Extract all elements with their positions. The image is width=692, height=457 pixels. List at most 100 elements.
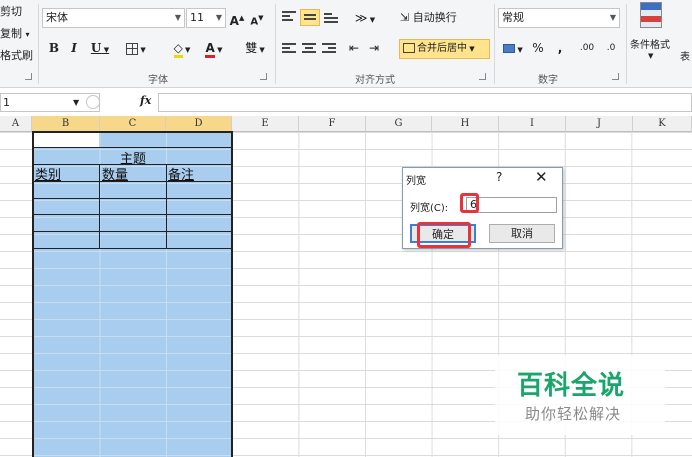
- merge-icon: [403, 43, 415, 53]
- formula-input[interactable]: [158, 93, 692, 112]
- pinyin-button[interactable]: 雙 ▼: [241, 38, 269, 58]
- number-group-label: 数字: [538, 75, 558, 86]
- close-icon[interactable]: ✕: [535, 168, 548, 186]
- name-box[interactable]: 1 ▼: [0, 93, 100, 112]
- selection-border: [32, 131, 233, 457]
- chevron-down-icon: ▼: [174, 13, 181, 22]
- chevron-down-icon: ▼: [609, 13, 616, 22]
- font-group-label: 字体: [148, 75, 168, 86]
- annotation-highlight-ok: [417, 222, 471, 248]
- decrease-decimal-button[interactable]: .0: [600, 38, 622, 58]
- italic-button[interactable]: I: [66, 38, 82, 58]
- merge-center-button[interactable]: 合并后居中 ▼: [399, 39, 490, 59]
- increase-indent-icon: ⇥: [368, 41, 380, 55]
- decrease-decimal-icon: .0: [606, 43, 616, 53]
- column-header-f[interactable]: F: [299, 116, 366, 132]
- dialog-title: 列宽: [406, 176, 426, 187]
- increase-indent-button[interactable]: ⇥: [366, 38, 382, 58]
- font-color-button[interactable]: A ▼: [200, 38, 228, 58]
- font-name-value: 宋体: [46, 11, 68, 24]
- chevron-down-icon: ▼: [73, 98, 80, 107]
- name-box-value: 1: [3, 96, 10, 109]
- annotation-highlight-input: [460, 193, 479, 213]
- increase-decimal-icon: .00: [579, 43, 595, 53]
- wrap-text-button[interactable]: ⇲ 自动换行: [400, 8, 462, 28]
- italic-icon: I: [71, 41, 77, 55]
- wrap-text-label: 自动换行: [412, 11, 457, 24]
- align-bottom-icon[interactable]: [324, 13, 338, 25]
- number-format-value: 常规: [502, 11, 524, 24]
- format-as-table-button[interactable]: 表: [680, 48, 690, 63]
- fx-icon[interactable]: fx: [140, 94, 151, 107]
- formula-bar: 1 ▼ fx: [0, 92, 692, 114]
- increase-decimal-button[interactable]: .00: [576, 38, 598, 58]
- percent-button[interactable]: %: [530, 38, 546, 58]
- watermark-subtitle: 助你轻松解决: [525, 405, 622, 423]
- copy-button[interactable]: 复制 ▾: [0, 25, 30, 41]
- shrink-font-button[interactable]: A▼: [249, 8, 265, 28]
- text-orientation-icon: ≫: [354, 11, 368, 25]
- clipboard-launcher-icon[interactable]: [25, 73, 32, 80]
- format-as-table-label: 表: [680, 52, 690, 63]
- column-width-label: 列宽(C):: [410, 203, 449, 214]
- cut-label: 剪切: [0, 5, 22, 18]
- column-header-d[interactable]: D: [166, 116, 232, 132]
- chevron-down-icon: ▼: [215, 13, 222, 22]
- grow-font-button[interactable]: A▲: [229, 8, 245, 28]
- fill-color-icon: ◇: [173, 41, 183, 58]
- align-top-icon[interactable]: [282, 11, 296, 23]
- font-color-icon: A: [205, 41, 215, 58]
- format-painter-label: 格式刷: [0, 49, 33, 62]
- font-size-value: 11: [190, 11, 204, 24]
- column-header-h[interactable]: H: [432, 116, 499, 132]
- column-header-j[interactable]: J: [566, 116, 633, 132]
- divider: [494, 4, 495, 84]
- cut-button[interactable]: 剪切: [0, 3, 22, 19]
- orientation-button[interactable]: ≫ ▼: [352, 8, 378, 28]
- column-header-g[interactable]: G: [366, 116, 432, 132]
- bold-button[interactable]: B: [46, 38, 62, 58]
- currency-icon: [503, 44, 516, 53]
- column-header-k[interactable]: K: [633, 116, 692, 132]
- copy-label: 复制: [0, 27, 22, 40]
- font-name-combo[interactable]: 宋体 ▼: [42, 8, 185, 28]
- conditional-format-button[interactable]: 条件格式 ▼: [628, 2, 680, 68]
- border-icon: [126, 42, 139, 55]
- underline-button[interactable]: U ▼: [88, 38, 112, 58]
- align-middle-icon[interactable]: [300, 9, 320, 26]
- formula-bar-dots-icon: [86, 95, 100, 109]
- chevron-down-icon: ▼: [648, 52, 654, 60]
- comma-icon: ,: [557, 41, 563, 55]
- borders-button[interactable]: ▼: [118, 38, 154, 58]
- align-left-icon[interactable]: [282, 43, 296, 55]
- column-header-a[interactable]: A: [0, 116, 32, 132]
- divider: [626, 4, 627, 84]
- column-width-input[interactable]: 6: [466, 197, 557, 213]
- merge-center-label: 合并后居中: [417, 43, 467, 54]
- column-header-i[interactable]: I: [499, 116, 566, 132]
- alignment-launcher-icon[interactable]: [479, 73, 486, 80]
- divider: [275, 4, 276, 84]
- bold-icon: B: [48, 41, 60, 55]
- align-right-icon[interactable]: [322, 43, 336, 55]
- align-center-icon[interactable]: [302, 43, 316, 55]
- column-header-b[interactable]: B: [32, 116, 100, 132]
- cancel-button[interactable]: 取消: [489, 224, 555, 243]
- number-format-combo[interactable]: 常规 ▼: [498, 8, 620, 28]
- ribbon: 剪切 复制 ▾ 格式刷 宋体 ▼ 11 ▼ A▲ A▼ B I U ▼ ▼ ◇ …: [0, 0, 692, 88]
- watermark-title: 百科全说: [517, 371, 626, 401]
- column-header-c[interactable]: C: [100, 116, 166, 132]
- pinyin-icon: 雙: [245, 41, 258, 55]
- fill-color-button[interactable]: ◇ ▼: [168, 38, 196, 58]
- comma-button[interactable]: ,: [552, 38, 568, 58]
- copy-dropdown-icon: ▾: [25, 30, 30, 39]
- format-painter-button[interactable]: 格式刷: [0, 47, 33, 63]
- font-size-combo[interactable]: 11 ▼: [186, 8, 226, 28]
- decrease-indent-button[interactable]: ⇤: [346, 38, 362, 58]
- alignment-group-label: 对齐方式: [355, 75, 395, 86]
- font-launcher-icon[interactable]: [260, 73, 267, 80]
- accounting-format-button[interactable]: ▼: [500, 38, 526, 58]
- help-icon[interactable]: ?: [496, 170, 502, 184]
- column-header-e[interactable]: E: [232, 116, 299, 132]
- number-launcher-icon[interactable]: [612, 73, 619, 80]
